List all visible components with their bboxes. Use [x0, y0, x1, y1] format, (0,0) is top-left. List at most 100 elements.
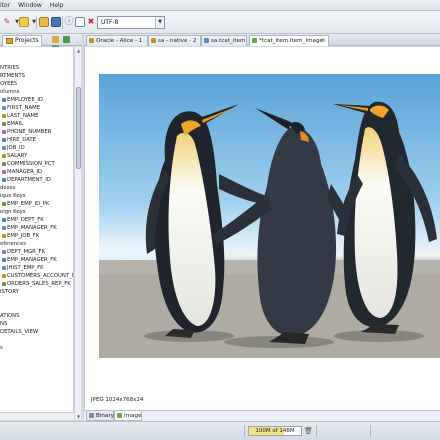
projects-panel-header: Projects [0, 34, 82, 52]
info-icon[interactable]: ⓘ [64, 17, 74, 27]
tree-item-label: ISTORY [0, 289, 19, 295]
project-tree: NTRIES RTMENTS OYEES olumns EMPLOYEE_ID FIRST… [0, 47, 74, 420]
link-icon[interactable] [52, 36, 59, 43]
tree-item[interactable]: JOB_ID [2, 144, 25, 152]
erase-icon[interactable]: ✎ [2, 17, 12, 27]
status-separator [244, 425, 245, 437]
tab-sa-native[interactable]: sa - native - 2 [148, 35, 201, 46]
tree-item-label: LAST_NAME [7, 113, 39, 119]
status-separator [316, 425, 317, 437]
tree-item[interactable]: EMP_MANAGER_FK [2, 224, 57, 232]
dropdown-arrow-icon[interactable]: ▼ [29, 17, 39, 27]
encoding-select[interactable]: UTF-8 ▼ [97, 16, 165, 29]
tree-item[interactable]: CUSTOMERS_ACCOUNT_M/ [2, 272, 73, 280]
heap-status[interactable]: 100M of 148M [248, 426, 302, 436]
tree-item-label: DETAILS_VIEW [0, 329, 39, 335]
tree-item[interactable]: EMP_JOB_FK [2, 232, 39, 240]
tree-item[interactable]: ISTORY [0, 288, 19, 296]
tree-vertical-scrollbar[interactable]: ▲ ▼ [74, 47, 81, 420]
tree-item[interactable]: EMAIL [2, 120, 23, 128]
menu-help[interactable]: Help [50, 2, 64, 9]
tree-item[interactable]: EMP_MANAGER_FK [2, 256, 57, 264]
tree-node-icon [2, 233, 6, 238]
tree-item[interactable]: NS [0, 320, 7, 328]
tree-item-label: eign Keys [0, 209, 26, 215]
delete-icon[interactable]: ✖ [86, 17, 96, 27]
tree-item[interactable]: EMP_EMP_ID_PK [2, 200, 49, 208]
tree-item[interactable]: PHONE_NUMBER [2, 128, 51, 136]
menu-editor[interactable]: itor [0, 2, 10, 9]
tree-item[interactable]: ATIONS [0, 312, 20, 320]
save-icon[interactable] [51, 17, 61, 27]
tree-item[interactable]: s [0, 344, 3, 352]
editor-mode-tabs: Binary Image [84, 410, 440, 421]
trash-icon[interactable]: 🗑 [304, 426, 313, 436]
penguin-photo [99, 74, 440, 358]
projects-tab-label: Projects [15, 37, 39, 44]
open-folder-icon[interactable] [39, 17, 49, 27]
tree-item[interactable]: ique Keys [0, 192, 26, 200]
new-item-icon[interactable] [19, 17, 29, 27]
tree-item[interactable]: eign Keys [0, 208, 26, 216]
tab-label: Oracle - Alice - 1 [96, 38, 143, 44]
tab-item-image[interactable]: *tcat_item.Item_Image × [249, 35, 329, 46]
tree-item-label: OYEES [0, 81, 18, 87]
tree-item-label: EMPLOYEE_ID [7, 97, 43, 103]
tab-oracle-alice[interactable]: Oracle - Alice - 1 [86, 35, 148, 46]
document-icon[interactable] [75, 17, 85, 27]
tree-item[interactable]: MANAGER_ID [2, 168, 42, 176]
tree-item[interactable]: DEPARTMENT_ID [2, 176, 51, 184]
tree-node-icon [2, 161, 6, 166]
tree-item-label: ORDERS_SALES_REP_FK [7, 281, 71, 287]
tree-item[interactable]: LAST_NAME [2, 112, 38, 120]
tree-item-label: NTRIES [0, 65, 20, 71]
tree-item[interactable]: HIRE_DATE [2, 136, 36, 144]
chevron-down-icon[interactable]: ▼ [155, 17, 164, 28]
tree-item[interactable]: ORDERS_SALES_REP_FK [2, 280, 71, 288]
tree-item-label: eferences [0, 241, 26, 247]
tree-node-icon [2, 177, 6, 182]
tree-item-label: RTMENTS [0, 73, 26, 79]
tab-image[interactable]: Image [114, 411, 142, 421]
penguin-image [99, 74, 440, 358]
tree-horizontal-scrollbar[interactable] [0, 412, 74, 420]
tree-item[interactable]: EMPLOYEE_ID [2, 96, 43, 104]
tree-item[interactable]: eferences [0, 240, 26, 248]
status-bar: 100M of 148M 🗑 [0, 421, 440, 440]
tab-sa-tcat-item[interactable]: sa.tcat_item [201, 35, 247, 46]
tree-item-label: JHIST_EMP_FK [7, 265, 44, 271]
menu-window[interactable]: Window [18, 2, 42, 9]
tree-node-icon [2, 217, 6, 222]
tree-item[interactable]: dexes [0, 184, 16, 192]
tree-item[interactable]: EMP_DEPT_FK [2, 216, 44, 224]
tree-item[interactable]: JHIST_EMP_FK [2, 264, 44, 272]
tab-projects[interactable]: Projects [2, 35, 42, 46]
tree-item-label: MANAGER_ID [7, 169, 43, 175]
tree-item[interactable]: DETAILS_VIEW [0, 328, 38, 336]
toolbar-separator [62, 16, 63, 29]
tree-item[interactable]: OYEES [0, 80, 17, 88]
close-icon[interactable]: × [321, 36, 326, 46]
tree-item[interactable]: COMMISSION_PCT [2, 160, 55, 168]
tree-item-label: EMP_JOB_FK [7, 233, 40, 239]
scrollbar-thumb[interactable] [76, 87, 81, 169]
tree-node-icon [2, 153, 6, 158]
tree-item[interactable]: RTMENTS [0, 72, 25, 80]
tree-item[interactable]: DEPT_MGR_FK [2, 248, 45, 256]
tree-item[interactable]: NTRIES [0, 64, 19, 72]
tree-item-label: ATIONS [0, 313, 20, 319]
tab-binary[interactable]: Binary [86, 411, 114, 421]
tree-node-icon [2, 201, 6, 206]
menu-bar: itor Window Help [0, 0, 440, 11]
tree-node-icon [2, 249, 6, 254]
tree-item[interactable]: olumns [0, 88, 19, 96]
tree-item[interactable]: SALARY [2, 152, 27, 160]
tree-item-label: SALARY [7, 153, 28, 159]
scroll-up-icon[interactable]: ▲ [75, 47, 82, 54]
tree-item[interactable]: FIRST_NAME [2, 104, 40, 112]
refresh-icon[interactable] [62, 36, 70, 43]
editor-tab-bar: Oracle - Alice - 1 sa - native - 2 sa.tc… [84, 34, 440, 46]
tree-node-icon [2, 281, 6, 286]
scroll-down-icon[interactable]: ▼ [75, 413, 82, 420]
tree-node-icon [2, 97, 6, 102]
